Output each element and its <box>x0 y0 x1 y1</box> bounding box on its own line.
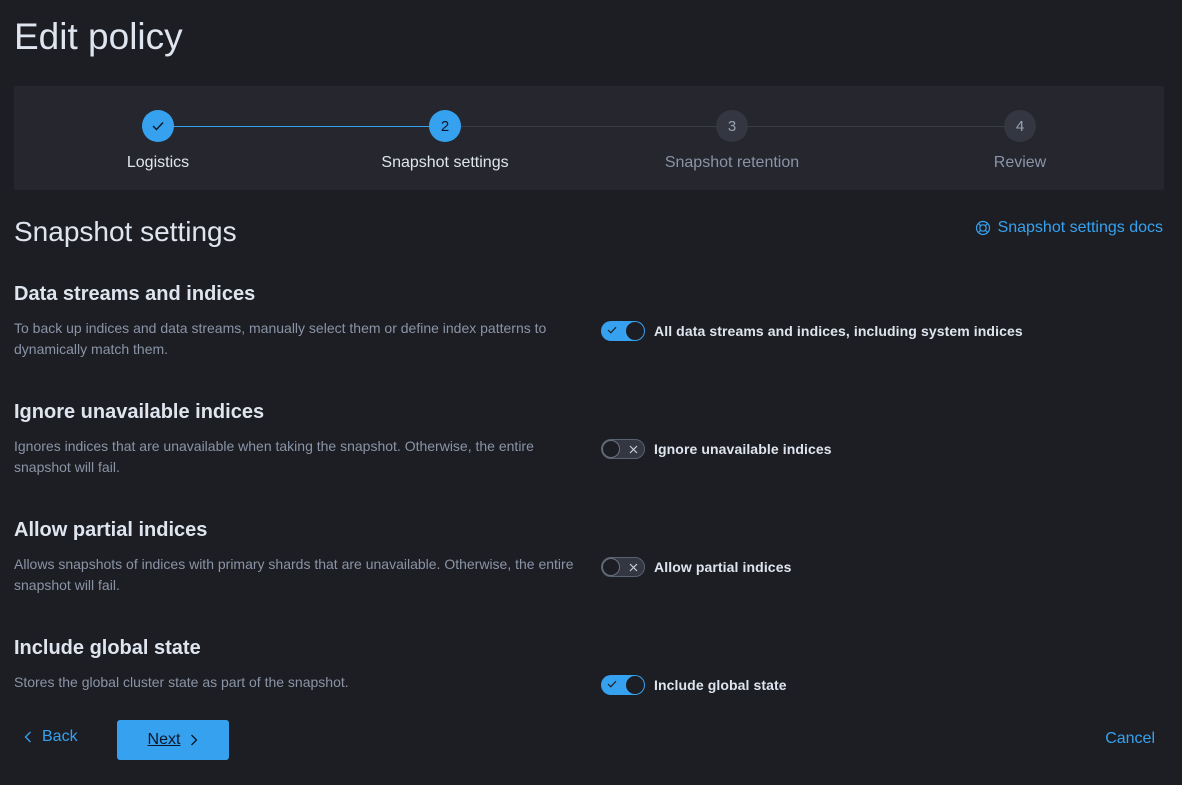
setting-allow-partial: Allow partial indices Allows snapshots o… <box>14 519 1164 596</box>
toggle-label: All data streams and indices, including … <box>654 323 1023 339</box>
step-snapshot-settings[interactable]: 2 Snapshot settings <box>345 110 545 172</box>
setting-include-global-state: Include global state Stores the global c… <box>14 637 1164 695</box>
section-title: Snapshot settings <box>14 216 237 247</box>
setting-description: Ignores indices that are unavailable whe… <box>14 438 534 475</box>
setting-title: Include global state <box>14 637 201 659</box>
toggle-switch-on[interactable] <box>601 321 645 341</box>
next-label: Next <box>147 731 181 748</box>
setting-ignore-unavailable: Ignore unavailable indices Ignores indic… <box>14 401 1164 478</box>
setting-description: Allows snapshots of indices with primary… <box>14 556 574 593</box>
step-label: Snapshot retention <box>664 154 800 171</box>
setting-description: Stores the global cluster state as part … <box>14 674 349 690</box>
step-complete-circle <box>142 110 174 142</box>
cancel-link[interactable]: Cancel <box>1105 730 1155 748</box>
wizard-stepper: Logistics 2 Snapshot settings 3 Snapshot… <box>14 86 1164 190</box>
setting-title: Ignore unavailable indices <box>14 401 265 423</box>
check-icon <box>607 680 617 688</box>
allow-partial-toggle[interactable]: Allow partial indices <box>601 557 791 577</box>
step-label: Review <box>993 154 1047 171</box>
setting-title: Allow partial indices <box>14 519 208 541</box>
page-title: Edit policy <box>14 16 183 57</box>
data-streams-toggle[interactable]: All data streams and indices, including … <box>601 321 1023 341</box>
toggle-switch-off[interactable] <box>601 557 645 577</box>
docs-link-label: Snapshot settings docs <box>997 219 1163 236</box>
step-number: 3 <box>716 110 748 142</box>
include-global-state-toggle[interactable]: Include global state <box>601 675 787 695</box>
snapshot-settings-docs-link[interactable]: Snapshot settings docs <box>975 219 1163 237</box>
back-label: Back <box>42 728 78 745</box>
check-icon <box>152 122 164 131</box>
next-button[interactable]: Next <box>117 720 229 760</box>
step-label: Snapshot settings <box>381 154 509 171</box>
step-number: 2 <box>429 110 461 142</box>
toggle-switch-off[interactable] <box>601 439 645 459</box>
toggle-label: Allow partial indices <box>654 559 792 575</box>
toggle-switch-on[interactable] <box>601 675 645 695</box>
lifebuoy-icon <box>975 220 990 236</box>
ignore-unavailable-toggle[interactable]: Ignore unavailable indices <box>601 439 832 459</box>
toggle-label: Include global state <box>654 677 787 693</box>
back-button[interactable]: Back <box>24 728 78 746</box>
chevron-left-icon <box>24 731 31 743</box>
toggle-label: Ignore unavailable indices <box>654 441 832 457</box>
setting-description: To back up indices and data streams, man… <box>14 320 547 357</box>
cross-icon <box>629 563 638 571</box>
step-review[interactable]: 4 Review <box>920 110 1120 172</box>
setting-title: Data streams and indices <box>14 283 256 305</box>
step-label: Logistics <box>126 154 190 171</box>
step-snapshot-retention[interactable]: 3 Snapshot retention <box>632 110 832 172</box>
cross-icon <box>629 445 638 453</box>
step-number: 4 <box>1004 110 1036 142</box>
setting-data-streams: Data streams and indices To back up indi… <box>14 283 1164 360</box>
step-logistics[interactable]: Logistics <box>58 110 258 172</box>
check-icon <box>607 326 617 334</box>
chevron-right-icon <box>191 734 198 746</box>
